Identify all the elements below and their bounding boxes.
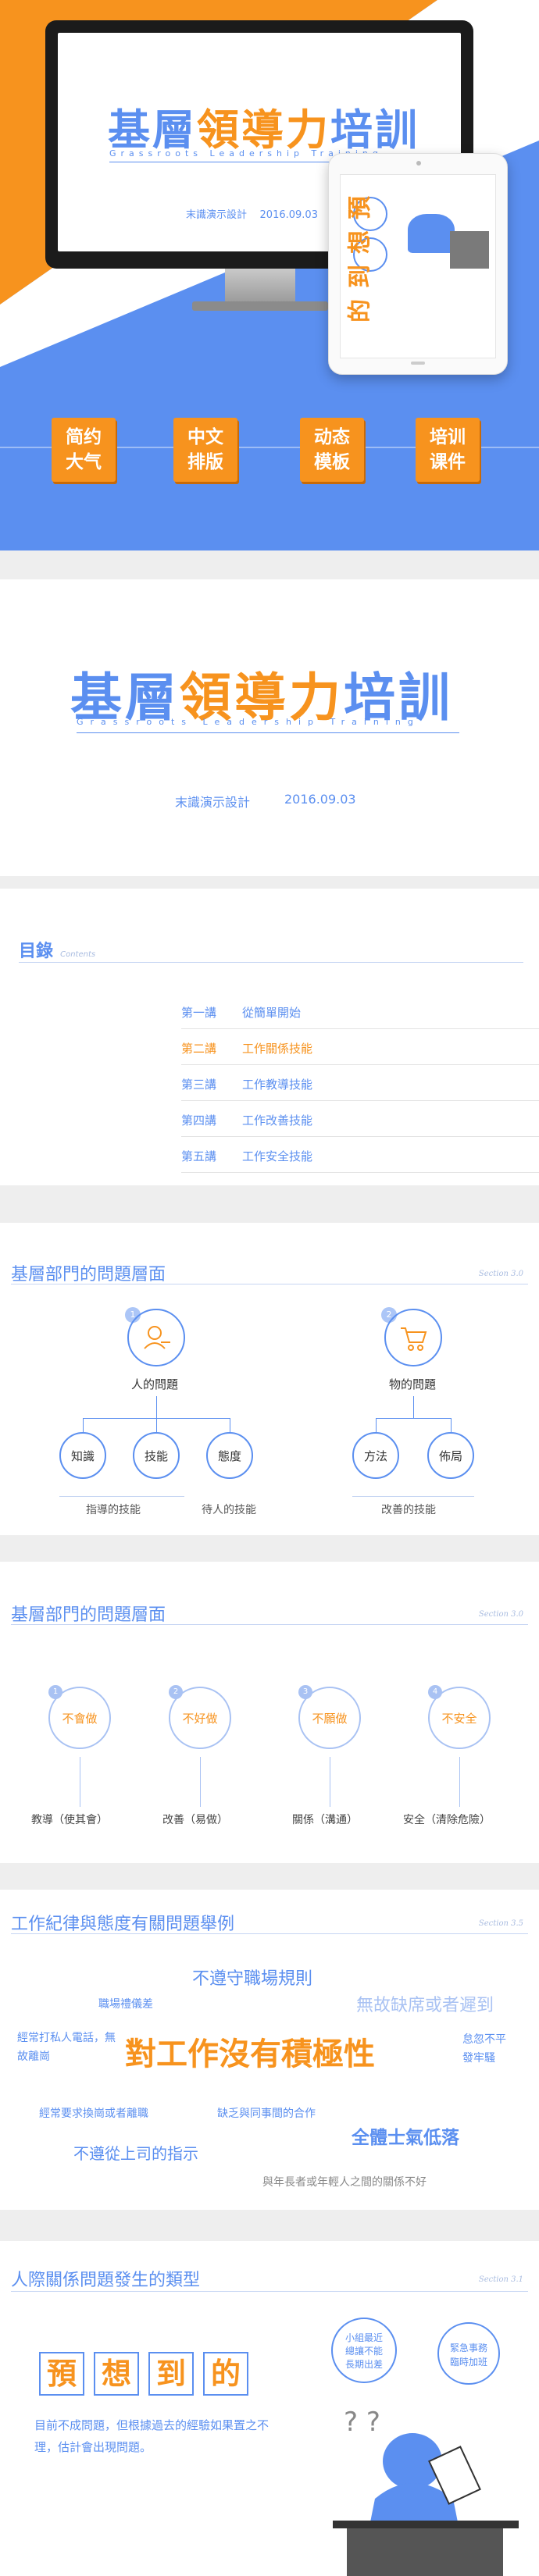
tablet-camera bbox=[416, 161, 421, 166]
item3-num: 3 bbox=[298, 1685, 312, 1699]
char-box-3: 到 bbox=[148, 2352, 194, 2396]
things-label: 物的問題 bbox=[389, 1377, 437, 1391]
slide5-title: 基層部門的問題層面 bbox=[11, 1605, 166, 1625]
slide-problem-levels-1: 基層部門的問題層面 Section 3.0 1 人的問題 知識 技能 態度 指導… bbox=[0, 1223, 539, 1535]
word-9: 全體士氣低落 bbox=[352, 2128, 459, 2148]
people-drop-1 bbox=[83, 1418, 84, 1432]
things-num: 2 bbox=[381, 1307, 397, 1323]
thinking-person-illustration bbox=[333, 2433, 519, 2576]
things-drop-1 bbox=[376, 1418, 377, 1432]
people-label: 人的問題 bbox=[131, 1377, 179, 1391]
tablet-home-button bbox=[411, 362, 425, 365]
tablet-frame: 預想到的 bbox=[328, 153, 508, 375]
item4-num: 4 bbox=[428, 1685, 442, 1699]
slide6-underline bbox=[11, 1933, 528, 1934]
slide5-tag: Section 3.0 bbox=[478, 1610, 523, 1619]
person-icon bbox=[144, 1326, 170, 1349]
slide5-underline bbox=[11, 1624, 528, 1625]
slide6-tag: Section 3.5 bbox=[478, 1919, 523, 1928]
word-7: 經常要求換崗或者離職 bbox=[39, 2107, 148, 2120]
bubble-1: 小組最近 總讓不能 長期出差 bbox=[331, 2318, 397, 2383]
people-note-line bbox=[59, 1496, 184, 1497]
word-11: 與年長者或年輕人之間的關係不好 bbox=[262, 2176, 427, 2189]
tag-animation: 动态 模板 bbox=[300, 418, 364, 482]
slide7-underline bbox=[11, 2291, 528, 2292]
people-drop-2 bbox=[156, 1418, 157, 1432]
skill-circle: 技能 bbox=[133, 1432, 180, 1479]
toc-underline bbox=[19, 962, 523, 963]
knowledge-circle: 知識 bbox=[59, 1432, 106, 1479]
tablet-figure bbox=[408, 214, 455, 253]
things-drop-2 bbox=[451, 1418, 452, 1432]
word-2: 職場禮儀差 bbox=[98, 1998, 153, 2011]
tag-layout: 中文 排版 bbox=[173, 418, 237, 482]
things-hbar bbox=[376, 1418, 451, 1419]
cart-icon bbox=[401, 1327, 427, 1351]
word-4: 經常打私人電話，無故離崗 bbox=[17, 2032, 116, 2063]
item4-bottom: 安全（清除危險） bbox=[403, 1814, 491, 1826]
people-note-1: 指導的技能 bbox=[86, 1504, 141, 1516]
slide-relationship-types: 人際關係問題發生的類型 Section 3.1 預 想 到 的 目前不成問題，但… bbox=[0, 2241, 539, 2576]
slide4-tag: Section 3.0 bbox=[478, 1270, 523, 1278]
char-box-4: 的 bbox=[203, 2352, 248, 2396]
cover-author: 末識演示設計 bbox=[175, 795, 251, 810]
things-connector bbox=[413, 1396, 414, 1418]
word-10: 不遵從上司的指示 bbox=[73, 2144, 198, 2163]
word-8: 缺乏與同事間的合作 bbox=[217, 2107, 316, 2120]
item1-bottom: 教導（使其會） bbox=[31, 1814, 108, 1826]
toc-title: 目錄 Contents bbox=[19, 942, 96, 961]
hero-meta: 末識演示設計 2016.09.03 bbox=[186, 209, 318, 221]
bubble-2: 緊急事務 臨時加班 bbox=[437, 2322, 500, 2385]
people-connector bbox=[156, 1396, 157, 1418]
method-circle: 方法 bbox=[352, 1432, 399, 1479]
slide7-tag: Section 3.1 bbox=[478, 2275, 523, 2284]
tablet-text: 預想到的 bbox=[347, 197, 370, 327]
cover-date: 2016.09.03 bbox=[284, 792, 356, 807]
slide4-title: 基層部門的問題層面 bbox=[11, 1265, 166, 1284]
word-1: 不遵守職場規則 bbox=[192, 1969, 313, 1989]
tablet-screen: 預想到的 bbox=[340, 174, 496, 358]
slide-cover: 基層領導力培訓 Grassroots Leadership Training 末… bbox=[0, 579, 539, 876]
item3-bottom: 關係（溝通） bbox=[292, 1814, 358, 1826]
item2-num: 2 bbox=[169, 1685, 183, 1699]
toc-item-4[interactable]: 第四講 工作改善技能 bbox=[181, 1106, 539, 1137]
toc-item-5[interactable]: 第五講 工作安全技能 bbox=[181, 1142, 539, 1173]
cover-underline bbox=[77, 732, 459, 733]
monitor-neck bbox=[225, 269, 295, 303]
slide7-title: 人際關係問題發生的類型 bbox=[11, 2271, 201, 2290]
tablet-desk bbox=[450, 231, 489, 269]
item2-bottom: 改善（易做） bbox=[162, 1814, 228, 1826]
monitor-base bbox=[192, 301, 328, 311]
slide7-desc: 目前不成問題，但根據過去的經驗如果置之不理，估計會出現問題。 bbox=[34, 2418, 270, 2454]
word-6: 怠忽不平 發牢騷 bbox=[462, 2033, 506, 2065]
slide-toc: 目錄 Contents 第一講 從簡單開始 第二講 工作關係技能 第三講 工作教導技能… bbox=[0, 889, 539, 1185]
slide6-title: 工作紀律與態度有關問題舉例 bbox=[11, 1915, 235, 1934]
word-5: 對工作沒有積極性 bbox=[125, 2036, 375, 2072]
item1-num: 1 bbox=[48, 1685, 62, 1699]
hero-banner: 基層領導力培訓 Grassroots Leadership Training 末… bbox=[0, 0, 539, 550]
tag-simple: 简约 大气 bbox=[52, 418, 116, 482]
things-note-line bbox=[352, 1496, 474, 1497]
cover-subtitle: Grassroots Leadership Training bbox=[77, 717, 420, 727]
char-box-1: 預 bbox=[39, 2352, 84, 2396]
item4-arrow bbox=[459, 1757, 460, 1807]
attitude-circle: 態度 bbox=[206, 1432, 253, 1479]
tag-training: 培训 课件 bbox=[416, 418, 480, 482]
toc-item-3[interactable]: 第三講 工作教導技能 bbox=[181, 1070, 539, 1101]
slide-discipline-examples: 工作紀律與態度有關問題舉例 Section 3.5 不遵守職場規則 職場禮儀差 … bbox=[0, 1890, 539, 2210]
layout-circle: 佈局 bbox=[427, 1432, 474, 1479]
word-3: 無故缺席或者遲到 bbox=[356, 1996, 494, 2015]
item2-arrow bbox=[200, 1757, 201, 1807]
slide-problem-levels-2: 基層部門的問題層面 Section 3.0 不會做 1 教導（使其會） 不好做 … bbox=[0, 1562, 539, 1863]
toc-item-1[interactable]: 第一講 從簡單開始 bbox=[181, 998, 539, 1029]
people-note-2: 待人的技能 bbox=[202, 1504, 256, 1516]
toc-item-2[interactable]: 第二講 工作關係技能 bbox=[181, 1034, 539, 1065]
char-box-2: 想 bbox=[94, 2352, 139, 2396]
people-num: 1 bbox=[125, 1307, 141, 1323]
things-note-1: 改善的技能 bbox=[381, 1504, 436, 1516]
